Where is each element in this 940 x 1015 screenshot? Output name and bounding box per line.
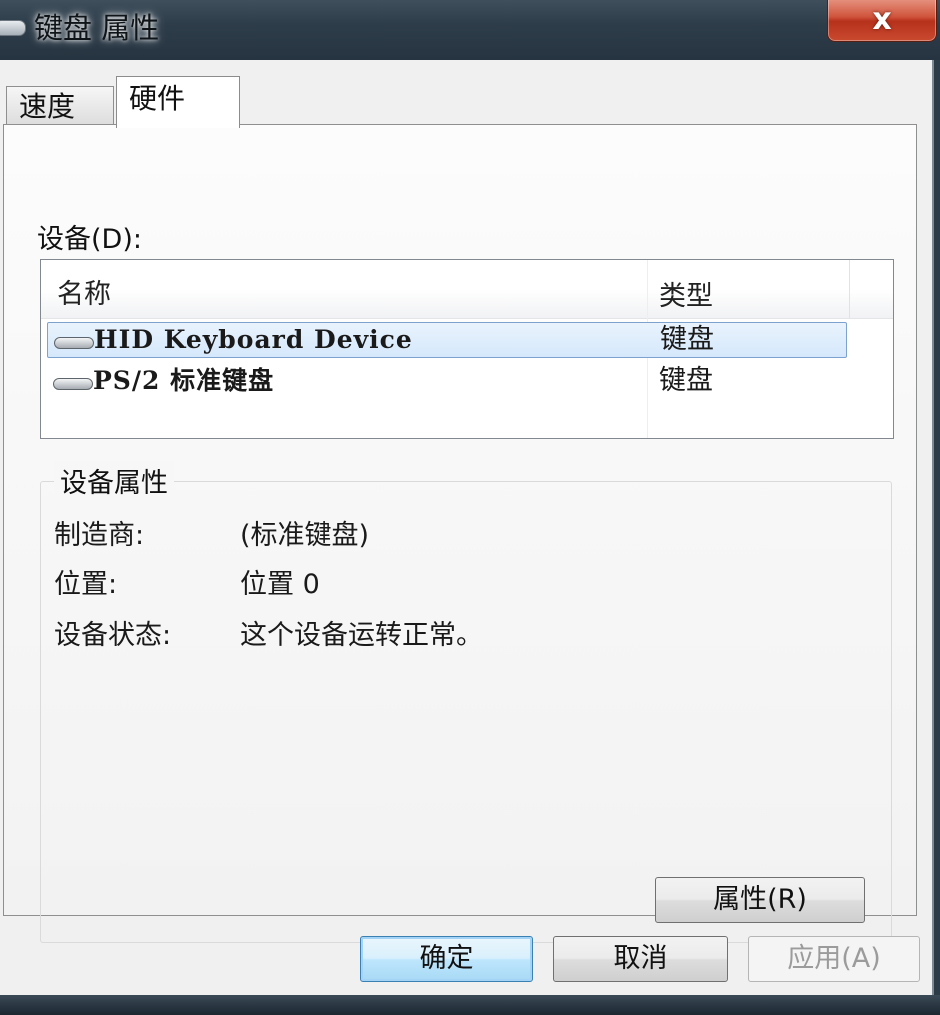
list-header: 名称 类型 (41, 260, 893, 319)
column-header-name[interactable]: 名称 (57, 272, 111, 311)
hardware-tab-panel: 设备(D): 名称 类型 HID Keyboard Device 键盘 PS/2… (3, 124, 917, 943)
device-row-ps2-keyboard[interactable]: PS/2 标准键盘 键盘 (47, 364, 847, 400)
title-bar[interactable]: 键盘 属性 x (0, 0, 940, 60)
tab-speed[interactable]: 速度 (6, 86, 114, 126)
dialog-client-area: 速度 硬件 设备(D): 名称 类型 HID Keyboard Device 键… (0, 60, 934, 995)
cancel-button[interactable]: 取消 (553, 936, 728, 982)
close-button[interactable]: x (827, 0, 937, 42)
group-title: 设备属性 (54, 461, 174, 500)
location-label: 位置: (54, 569, 118, 600)
ok-button[interactable]: 确定 (360, 936, 533, 982)
column-header-type[interactable]: 类型 (659, 274, 713, 313)
device-name: PS/2 标准键盘 (93, 366, 275, 395)
close-icon: x (872, 2, 892, 37)
keyboard-icon (53, 378, 93, 390)
tab-hardware[interactable]: 硬件 (116, 76, 240, 128)
devices-label: 设备(D): (37, 224, 142, 255)
manufacturer-label: 制造商: (54, 520, 145, 551)
manufacturer-value: (标准键盘) (240, 520, 370, 551)
location-value: 位置 0 (240, 569, 320, 600)
keyboard-icon (0, 20, 26, 36)
device-name: HID Keyboard Device (94, 325, 413, 354)
device-status-label: 设备状态: (54, 620, 172, 651)
properties-button[interactable]: 属性(R) (655, 877, 865, 923)
column-divider[interactable] (849, 260, 850, 318)
device-row-hid-keyboard[interactable]: HID Keyboard Device 键盘 (47, 322, 847, 358)
device-type: 键盘 (659, 365, 713, 396)
keyboard-icon (54, 337, 94, 349)
window-title: 键盘 属性 (34, 11, 160, 45)
keyboard-properties-window: 键盘 属性 x 速度 硬件 设备(D): 名称 类型 HID Keyboard … (0, 0, 940, 1015)
device-type: 键盘 (660, 324, 714, 355)
device-properties-group (40, 481, 892, 943)
device-status-value: 这个设备运转正常。 (240, 620, 483, 651)
window-frame-bottom (0, 995, 940, 1015)
device-list[interactable]: 名称 类型 HID Keyboard Device 键盘 PS/2 标准键盘 键… (40, 259, 894, 439)
apply-button[interactable]: 应用(A) (748, 936, 920, 982)
